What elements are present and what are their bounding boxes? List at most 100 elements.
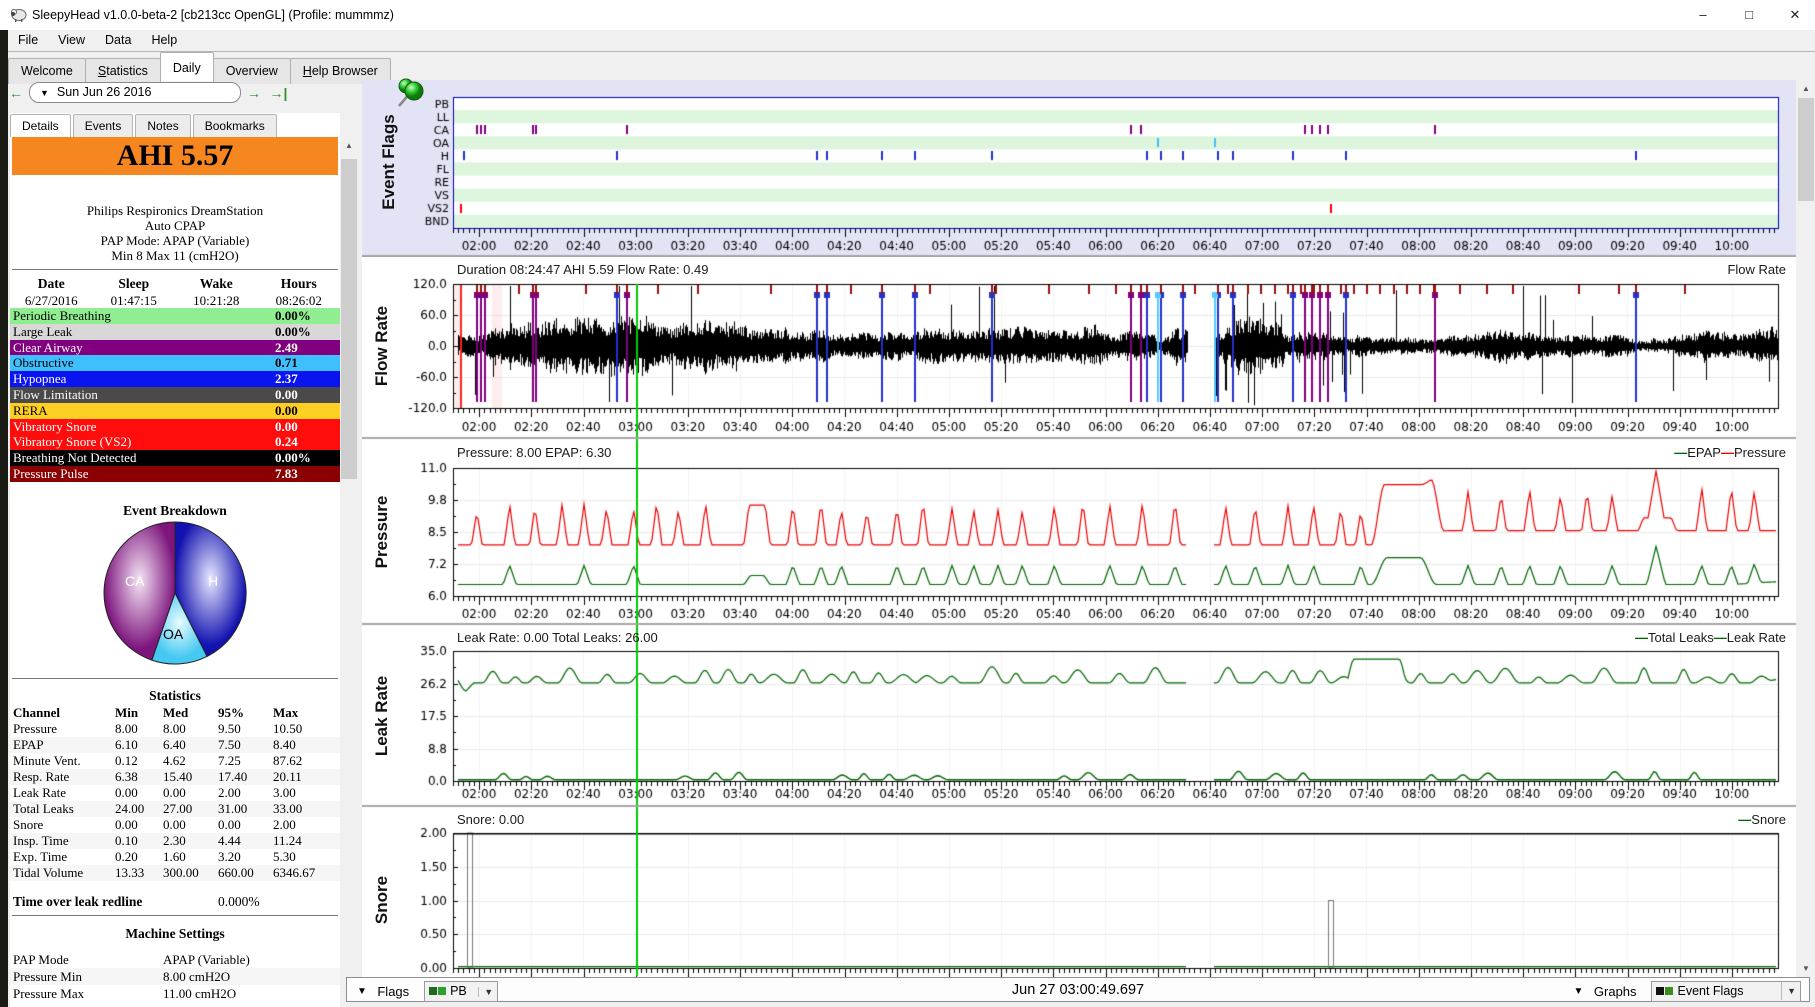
graph-color-swatch <box>1656 987 1664 995</box>
menu-item-help[interactable]: Help <box>141 30 187 50</box>
statistics-row: Resp. Rate 6.38 15.40 17.40 20.11 <box>10 769 340 785</box>
panel-label-flow-rate: Flow Rate <box>372 305 391 387</box>
minimize-button[interactable]: – <box>1688 4 1718 26</box>
machine-info-line: PAP Mode: APAP (Variable) <box>100 233 250 248</box>
pie-title: Event Breakdown <box>123 503 227 518</box>
statistics-table: Pressure 8.00 8.00 9.50 10.50 EPAP 6.10 6.40 7.5… <box>10 721 340 881</box>
legend-pressure: —EPAP—Pressure <box>1674 445 1786 460</box>
background-strip <box>0 30 8 1007</box>
event-row-periodic-breathing: Periodic Breathing 0.00% <box>10 308 340 324</box>
dropdown-arrow-icon: ▼ <box>1781 982 1796 1000</box>
sidebar-tab-bar: Details Events Notes Bookmarks <box>10 113 279 138</box>
sidebar-tab-details[interactable]: Details <box>10 114 71 138</box>
maximize-button[interactable]: □ <box>1734 4 1764 26</box>
legend-snore: —Snore <box>1738 812 1786 827</box>
panel-title-snore: Snore: 0.00 <box>457 812 525 827</box>
sidebar-details-panel: AHI 5.57 Philips Respironics DreamStatio… <box>10 137 340 1007</box>
machine-info-line: Min 8 Max 11 (cmH2O) <box>111 248 239 263</box>
event-row-flow-limitation: Flow Limitation 0.00 <box>10 386 340 403</box>
divider <box>12 915 338 916</box>
scrollbar-thumb[interactable] <box>341 159 357 479</box>
event-row-clear-airway: Clear Airway 2.49 <box>10 339 340 356</box>
scroll-up-icon[interactable]: ▲ <box>340 137 358 154</box>
panel-label-snore: Snore <box>372 875 391 925</box>
leak-rate-plot[interactable] <box>362 626 1796 808</box>
statistics-row: EPAP 6.10 6.40 7.50 8.40 <box>10 737 340 753</box>
tab-statistics[interactable]: Statistics <box>84 58 161 84</box>
panel-title-flow-rate: Duration 08:24:47 AHI 5.59 Flow Rate: 0.… <box>457 262 709 277</box>
date-label: Sun Jun 26 2016 <box>56 85 152 99</box>
leak-redline-label: Time over leak redline <box>13 894 143 909</box>
event-flags-plot[interactable] <box>362 80 1796 257</box>
event-breakdown-pie: H OA CA <box>102 520 248 671</box>
menu-item-file[interactable]: File <box>8 30 48 50</box>
close-button[interactable]: ✕ <box>1780 4 1810 26</box>
legend-leak-rate: —Total Leaks—Leak Rate <box>1634 630 1786 645</box>
sidebar-scrollbar[interactable]: ▲ ▼ <box>340 137 358 1003</box>
panel-label-event-flags: Event Flags <box>379 114 398 210</box>
event-row-pressure-pulse: Pressure Pulse 7.83 <box>10 465 340 482</box>
statistics-row: Pressure 8.00 8.00 9.50 10.50 <box>13 721 303 736</box>
tab-daily[interactable]: Daily <box>159 52 214 81</box>
panel-title-pressure: Pressure: 8.00 EPAP: 6.30 <box>457 445 612 460</box>
event-row-rera: RERA 0.00 <box>10 402 340 419</box>
divider <box>12 678 338 679</box>
window-title: SleepyHead v1.0.0-beta-2 [cb213cc OpenGL… <box>32 8 394 22</box>
panel-label-leak-rate: Leak Rate <box>372 675 391 757</box>
window-titlebar: SleepyHead v1.0.0-beta-2 [cb213cc OpenGL… <box>0 0 1815 30</box>
latest-day-arrow-icon[interactable]: →| <box>269 85 287 101</box>
statistics-row: Insp. Time 0.10 2.30 4.44 11.24 <box>10 833 340 849</box>
flow-rate-plot[interactable] <box>362 257 1796 440</box>
prev-day-arrow-icon[interactable]: ← <box>9 85 23 101</box>
date-dropdown[interactable]: ▼ Sun Jun 26 2016 <box>29 82 241 103</box>
event-summary-list: Periodic Breathing 0.00% Large Leak 0.00% Cl… <box>10 308 340 482</box>
event-row-hypopnea: Hypopnea 2.37 <box>10 371 340 387</box>
session-table-header: Date Sleep Wake Hours <box>37 276 317 291</box>
panel-label-pressure: Pressure <box>372 495 391 569</box>
tab-welcome[interactable]: Welcome <box>8 58 86 84</box>
graph-color-swatch <box>1665 987 1673 995</box>
date-navigation: ← ▼ Sun Jun 26 2016 → →| <box>7 82 289 106</box>
machine-setting-row: Pressure Min 8.00 cmH2O <box>10 968 340 985</box>
machine-setting-row: Pressure Max 11.00 cmH2O <box>13 986 237 1001</box>
sidebar-tab-events[interactable]: Events <box>72 114 134 138</box>
app-icon <box>9 6 27 24</box>
scroll-down-icon[interactable]: ▼ <box>1797 960 1815 977</box>
graphs-dropdown[interactable]: Event Flags ▼ <box>1651 981 1801 1002</box>
statistics-header: Channel Min Med 95% Max <box>13 705 299 720</box>
sidebar-tab-notes[interactable]: Notes <box>135 114 191 138</box>
statistics-title: Statistics <box>149 688 201 703</box>
tab-overview[interactable]: Overview <box>212 58 291 84</box>
scroll-up-icon[interactable]: ▲ <box>1797 80 1815 97</box>
sidebar-tab-bookmarks[interactable]: Bookmarks <box>192 114 277 138</box>
sleepyhead-window: SleepyHead v1.0.0-beta-2 [cb213cc OpenGL… <box>0 0 1815 1007</box>
next-day-arrow-icon[interactable]: → <box>247 85 261 101</box>
graphs-label[interactable]: Graphs <box>1594 984 1637 999</box>
event-row-obstructive: Obstructive 0.71 <box>10 355 340 372</box>
graphs-dropdown-value: Event Flags <box>1677 984 1744 998</box>
event-row-vibratory-snore-vs2-: Vibratory Snore (VS2) 0.24 <box>10 434 340 451</box>
divider <box>12 269 338 270</box>
event-row-large-leak: Large Leak 0.00% <box>10 323 340 340</box>
statistics-row: Leak Rate 0.00 0.00 2.00 3.00 <box>13 785 296 800</box>
svg-text:H: H <box>208 573 218 589</box>
machine-info-line: Philips Respironics DreamStation <box>86 203 264 218</box>
session-table-values: 6/27/2016 01:47:15 10:21:28 08:26:02 <box>24 293 322 308</box>
menu-item-data[interactable]: Data <box>95 30 141 50</box>
menu-item-view[interactable]: View <box>48 30 95 50</box>
menu-bar: File View Data Help <box>8 30 187 51</box>
pushpin-icon[interactable] <box>391 76 427 117</box>
machine-settings-title: Machine Settings <box>125 926 225 941</box>
event-row-vibratory-snore: Vibratory Snore 0.00 <box>10 418 340 435</box>
statistics-row: Total Leaks 24.00 27.00 31.00 33.00 <box>10 801 340 817</box>
dropdown-caret-icon: ▼ <box>40 88 49 98</box>
event-row-breathing-not-detected: Breathing Not Detected 0.00% <box>10 450 340 466</box>
leak-redline-value: 0.000% <box>218 894 260 909</box>
pressure-plot[interactable] <box>362 440 1796 626</box>
legend-flow-rate: Flow Rate <box>1727 262 1786 277</box>
graphs-collapse-icon[interactable]: ▼ <box>1574 986 1584 997</box>
graphs-scrollbar[interactable]: ▲ ▼ <box>1797 80 1815 977</box>
scrollbar-thumb[interactable] <box>1798 98 1814 201</box>
snore-plot[interactable] <box>362 808 1796 977</box>
machine-settings-table: PAP Mode APAP (Variable) Pressure Min 8.00 … <box>10 951 340 1002</box>
